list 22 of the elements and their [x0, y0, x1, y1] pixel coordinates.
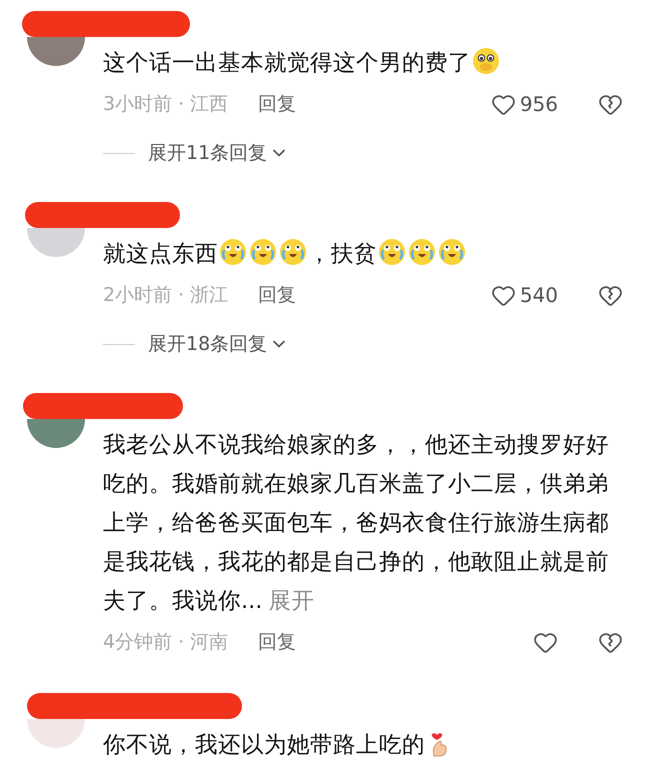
- comment-text: 就这点东西: [103, 241, 218, 267]
- crying-laughing-emoji-icon: [378, 238, 406, 266]
- crying-laughing-emoji-icon: [408, 238, 436, 266]
- like-button[interactable]: 540: [490, 282, 558, 308]
- comment-text: 我老公从不说我给娘家的多，，他还主动搜罗好好吃的。我婚前就在娘家几百米盖了小二层，供弟弟上学，给爸爸买面包车，爸妈衣食住行旅游生病都是我花钱，我花的都是自己挣的，他敢阻止就是前夫了。我说你... 展开: [103, 432, 609, 614]
- like-button[interactable]: 956: [490, 92, 558, 116]
- comment-text: 你不说，我还以为她带路上吃的: [103, 732, 425, 758]
- comment-time-location: 4分钟前 · 河南: [103, 630, 228, 655]
- comment-text: 这个话一出基本就觉得这个男的费了: [103, 50, 471, 76]
- reply-button[interactable]: 回复: [258, 629, 296, 655]
- pleading-face-emoji-icon: [472, 47, 500, 75]
- crying-laughing-emoji-icon: [249, 238, 277, 266]
- crying-laughing-emoji-icon: [279, 238, 307, 266]
- reply-button[interactable]: 回复: [258, 282, 296, 308]
- reply-button[interactable]: 回复: [258, 91, 296, 117]
- comment-text: ，扶贫: [308, 241, 377, 267]
- expand-replies-link[interactable]: 展开18条回复: [148, 331, 290, 357]
- comment-time-location: 3小时前 · 江西: [103, 92, 228, 117]
- comment-time-location: 2小时前 · 浙江: [103, 283, 228, 308]
- expand-replies-link[interactable]: 展开11条回复: [148, 140, 290, 166]
- crying-laughing-emoji-icon: [438, 238, 466, 266]
- crying-laughing-emoji-icon: [219, 238, 247, 266]
